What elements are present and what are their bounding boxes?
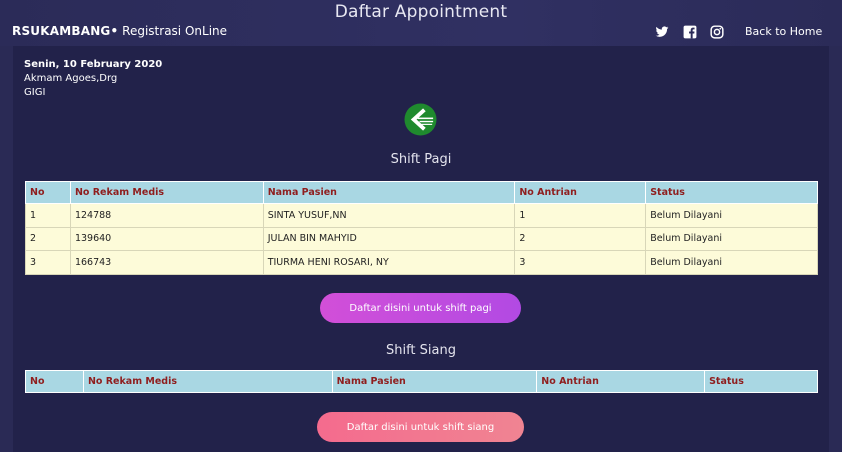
column-header-no-rekam-medis: No Rekam Medis: [82, 370, 333, 393]
cell-no-rekam-medis: 139640: [69, 226, 264, 251]
table-header-row: No No Rekam Medis Nama Pasien No Antrian…: [25, 181, 818, 204]
column-header-no: No: [25, 370, 84, 393]
appointment-info: Senin, 10 February 2020 Akmam Agoes,Drg …: [24, 58, 162, 100]
cell-nama-pasien: JULAN BIN MAHYID: [262, 226, 516, 251]
brand-logo-text[interactable]: RSUKAMBANG• Registrasi OnLine: [12, 24, 227, 38]
column-header-status: Status: [704, 370, 818, 393]
shift-siang-title: Shift Siang: [385, 343, 456, 358]
back-to-home-link[interactable]: Back to Home: [745, 25, 822, 38]
cell-no: 1: [25, 203, 71, 228]
table-header-row: No No Rekam Medis Nama Pasien No Antrian…: [25, 370, 818, 393]
cell-no-antrian: 3: [514, 250, 647, 275]
column-header-no: No: [25, 181, 71, 204]
column-header-no-antrian: No Antrian: [536, 370, 706, 393]
shift-pagi-title: Shift Pagi: [390, 152, 452, 167]
cell-no-antrian: 1: [514, 203, 647, 228]
brand-name: RSUKAMBANG•: [12, 24, 119, 38]
brand-tagline: Registrasi OnLine: [118, 24, 228, 38]
cell-status: Belum Dilayani: [645, 203, 818, 228]
clinic-name: GIGI: [24, 87, 46, 98]
column-header-nama-pasien: Nama Pasien: [331, 370, 538, 393]
table-row: 2 139640 JULAN BIN MAHYID 2 Belum Dilaya…: [25, 226, 818, 251]
twitter-icon[interactable]: [655, 24, 669, 38]
cell-no-antrian: 2: [514, 226, 647, 251]
column-header-nama-pasien: Nama Pasien: [262, 181, 516, 204]
column-header-no-antrian: No Antrian: [514, 181, 647, 204]
cell-status: Belum Dilayani: [645, 226, 818, 251]
cell-no: 2: [25, 226, 71, 251]
register-shift-siang-button[interactable]: Daftar disini untuk shift siang: [317, 412, 524, 442]
shift-siang-table: No No Rekam Medis Nama Pasien No Antrian…: [25, 370, 818, 393]
cell-no-rekam-medis: 166743: [69, 250, 264, 275]
column-header-no-rekam-medis: No Rekam Medis: [69, 181, 264, 204]
cell-nama-pasien: TIURMA HENI ROSARI, NY: [262, 250, 516, 275]
cell-nama-pasien: SINTA YUSUF,NN: [262, 203, 516, 228]
facebook-icon[interactable]: [683, 24, 697, 39]
cell-no-rekam-medis: 124788: [69, 203, 264, 228]
table-row: 1 124788 SINTA YUSUF,NN 1 Belum Dilayani: [25, 203, 818, 228]
appointment-date: Senin, 10 February 2020: [24, 59, 163, 70]
doctor-name: Akmam Agoes,Drg: [24, 73, 118, 84]
table-row: 3 166743 TIURMA HENI ROSARI, NY 3 Belum …: [25, 250, 818, 275]
shift-pagi-table: No No Rekam Medis Nama Pasien No Antrian…: [25, 181, 818, 275]
column-header-status: Status: [645, 181, 818, 204]
register-shift-pagi-button[interactable]: Daftar disini untuk shift pagi: [320, 293, 521, 323]
cell-no: 3: [25, 250, 71, 275]
page-title: Daftar Appointment: [334, 2, 508, 22]
cell-status: Belum Dilayani: [645, 250, 818, 275]
instagram-icon[interactable]: [710, 24, 724, 39]
hospital-logo-icon: [404, 103, 437, 136]
